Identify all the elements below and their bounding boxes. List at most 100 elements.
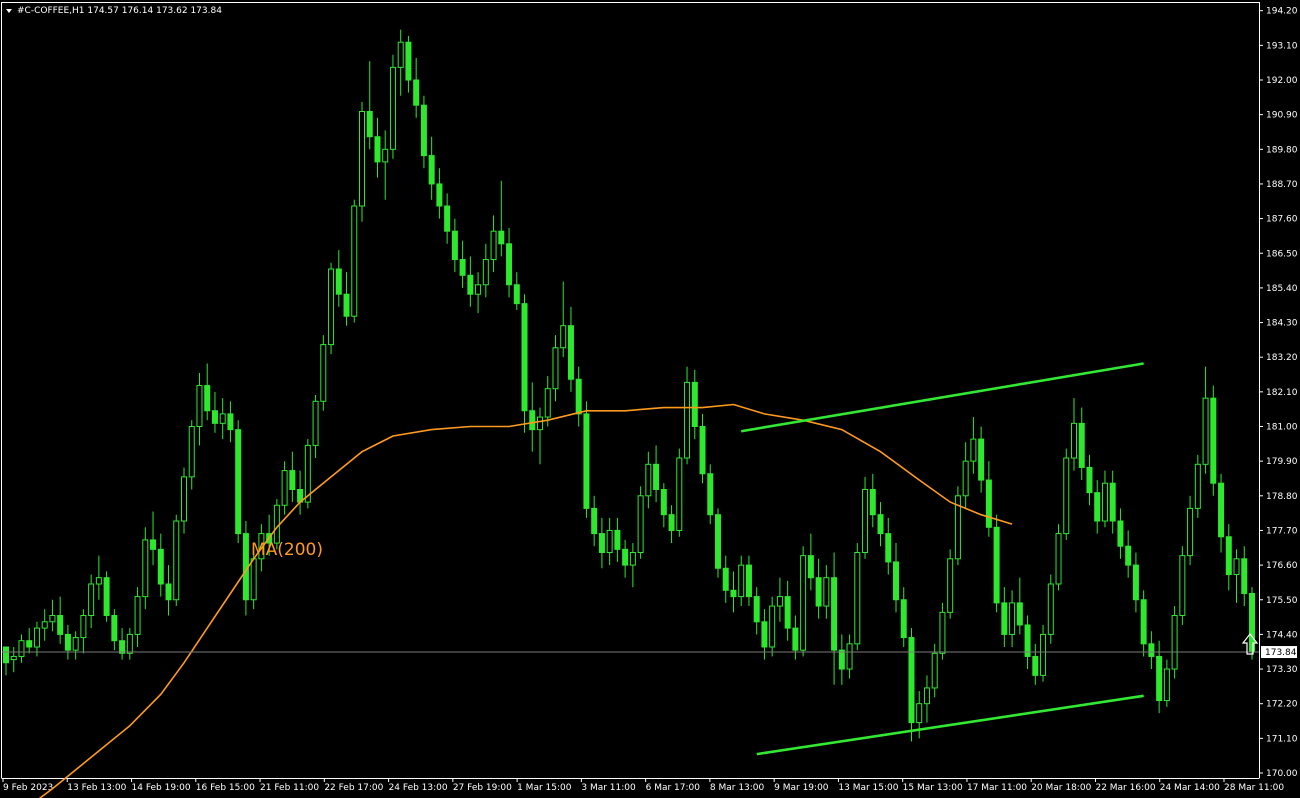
chart-root: #C-COFFEE,H1 174.57 176.14 173.62 173.84… xyxy=(0,0,1300,798)
candle xyxy=(862,476,869,559)
candle-body xyxy=(126,633,133,654)
candle xyxy=(359,102,365,222)
candle-body xyxy=(475,284,482,295)
candle-body xyxy=(815,577,822,607)
x-tick-label: 28 Mar 11:00 xyxy=(1224,783,1284,793)
y-tick-label: 184.30 xyxy=(1266,319,1298,329)
candle-body xyxy=(838,649,845,670)
candle xyxy=(707,464,714,525)
candle-body xyxy=(1210,397,1217,484)
candle-body xyxy=(273,504,280,544)
candle-body xyxy=(1132,564,1139,601)
candle-body xyxy=(312,400,319,446)
candle-body xyxy=(103,577,110,617)
candle-body xyxy=(753,596,760,623)
x-tick-label: 27 Feb 19:00 xyxy=(453,783,512,793)
candle-body xyxy=(598,533,605,553)
candle-body xyxy=(1078,422,1085,468)
y-tick-label: 172.20 xyxy=(1266,700,1298,710)
candle-body xyxy=(444,205,451,232)
candle-body xyxy=(33,627,40,648)
candle-body xyxy=(908,637,915,724)
x-tick-label: 8 Mar 13:00 xyxy=(710,783,765,793)
candle-body xyxy=(420,104,427,157)
candle xyxy=(583,401,590,518)
candle xyxy=(142,527,149,610)
candle-body xyxy=(64,633,71,651)
candle-body xyxy=(939,611,946,654)
candle-body xyxy=(513,284,520,305)
x-tick-label: 14 Feb 19:00 xyxy=(132,783,191,793)
candle-body xyxy=(173,520,180,601)
candle-body xyxy=(1040,633,1047,676)
x-tick-label: 13 Feb 13:00 xyxy=(67,783,126,793)
candle-body xyxy=(831,577,838,651)
candle-body xyxy=(931,652,938,689)
candle-body xyxy=(1194,463,1201,509)
candle-body xyxy=(436,183,443,207)
candle-body xyxy=(583,413,590,509)
x-tick-label: 6 Mar 17:00 xyxy=(646,783,701,793)
candle-body xyxy=(335,268,342,295)
x-tick-label: 17 Mar 11:00 xyxy=(967,783,1027,793)
candle-body xyxy=(196,385,203,427)
symbol-header[interactable]: #C-COFFEE,H1 174.57 176.14 173.62 173.84 xyxy=(6,6,222,16)
symbol-ohlc-text: #C-COFFEE,H1 174.57 176.14 173.62 173.84 xyxy=(17,6,222,16)
candle-body xyxy=(18,640,25,657)
candle xyxy=(954,486,961,566)
x-tick-label: 15 Mar 13:00 xyxy=(903,783,963,793)
y-tick-label: 171.10 xyxy=(1266,734,1298,744)
candle-body xyxy=(428,155,435,185)
candle-body xyxy=(653,463,660,490)
candle-body xyxy=(1094,492,1101,522)
candle-body xyxy=(776,596,783,607)
candle-body xyxy=(916,703,923,724)
candle xyxy=(351,199,358,323)
candle-body xyxy=(413,79,420,106)
candle-body xyxy=(784,596,791,629)
candle-body xyxy=(204,385,211,412)
candle-body xyxy=(490,230,497,261)
candle-body xyxy=(1218,482,1225,538)
x-tick-label: 9 Mar 19:00 xyxy=(774,783,829,793)
candle xyxy=(1194,454,1201,518)
y-tick-label: 192.00 xyxy=(1266,76,1298,86)
y-tick-label: 177.70 xyxy=(1266,526,1298,536)
y-tick-label: 194.20 xyxy=(1266,7,1298,17)
x-tick-label: 20 Mar 18:00 xyxy=(1031,783,1091,793)
x-tick-label: 22 Mar 16:00 xyxy=(1095,783,1155,793)
candle xyxy=(1047,574,1054,644)
candle xyxy=(328,262,335,355)
candle-body xyxy=(877,514,884,535)
candle xyxy=(854,543,861,651)
x-tick-label: 9 Feb 2023 xyxy=(3,783,53,793)
candle-body xyxy=(567,325,574,380)
candle-body xyxy=(521,303,528,412)
candle-body xyxy=(1156,655,1163,702)
candle-body xyxy=(1086,466,1093,494)
candle-body xyxy=(862,489,869,553)
candle-body xyxy=(722,567,729,591)
y-tick-label: 189.80 xyxy=(1266,145,1298,155)
candle-body xyxy=(250,558,257,601)
candle-body xyxy=(1016,602,1023,626)
candle-body xyxy=(575,378,582,415)
candle-body xyxy=(1009,602,1016,635)
candle-body xyxy=(366,111,373,138)
candle-body xyxy=(1063,457,1070,535)
candle-body xyxy=(119,640,126,654)
candle xyxy=(1055,524,1062,591)
candle-body xyxy=(715,514,721,569)
candle-body xyxy=(142,539,149,598)
candle-body xyxy=(41,621,48,629)
candle-body xyxy=(707,473,714,516)
candle-body xyxy=(800,555,807,651)
candle xyxy=(947,549,954,619)
candle-body xyxy=(482,259,489,286)
candle-body xyxy=(1109,482,1116,522)
y-tick-label: 185.40 xyxy=(1266,284,1298,294)
candle-body xyxy=(26,640,33,648)
candle-body xyxy=(629,552,636,566)
y-tick-label: 183.20 xyxy=(1266,353,1298,363)
candle-body xyxy=(1163,668,1170,702)
